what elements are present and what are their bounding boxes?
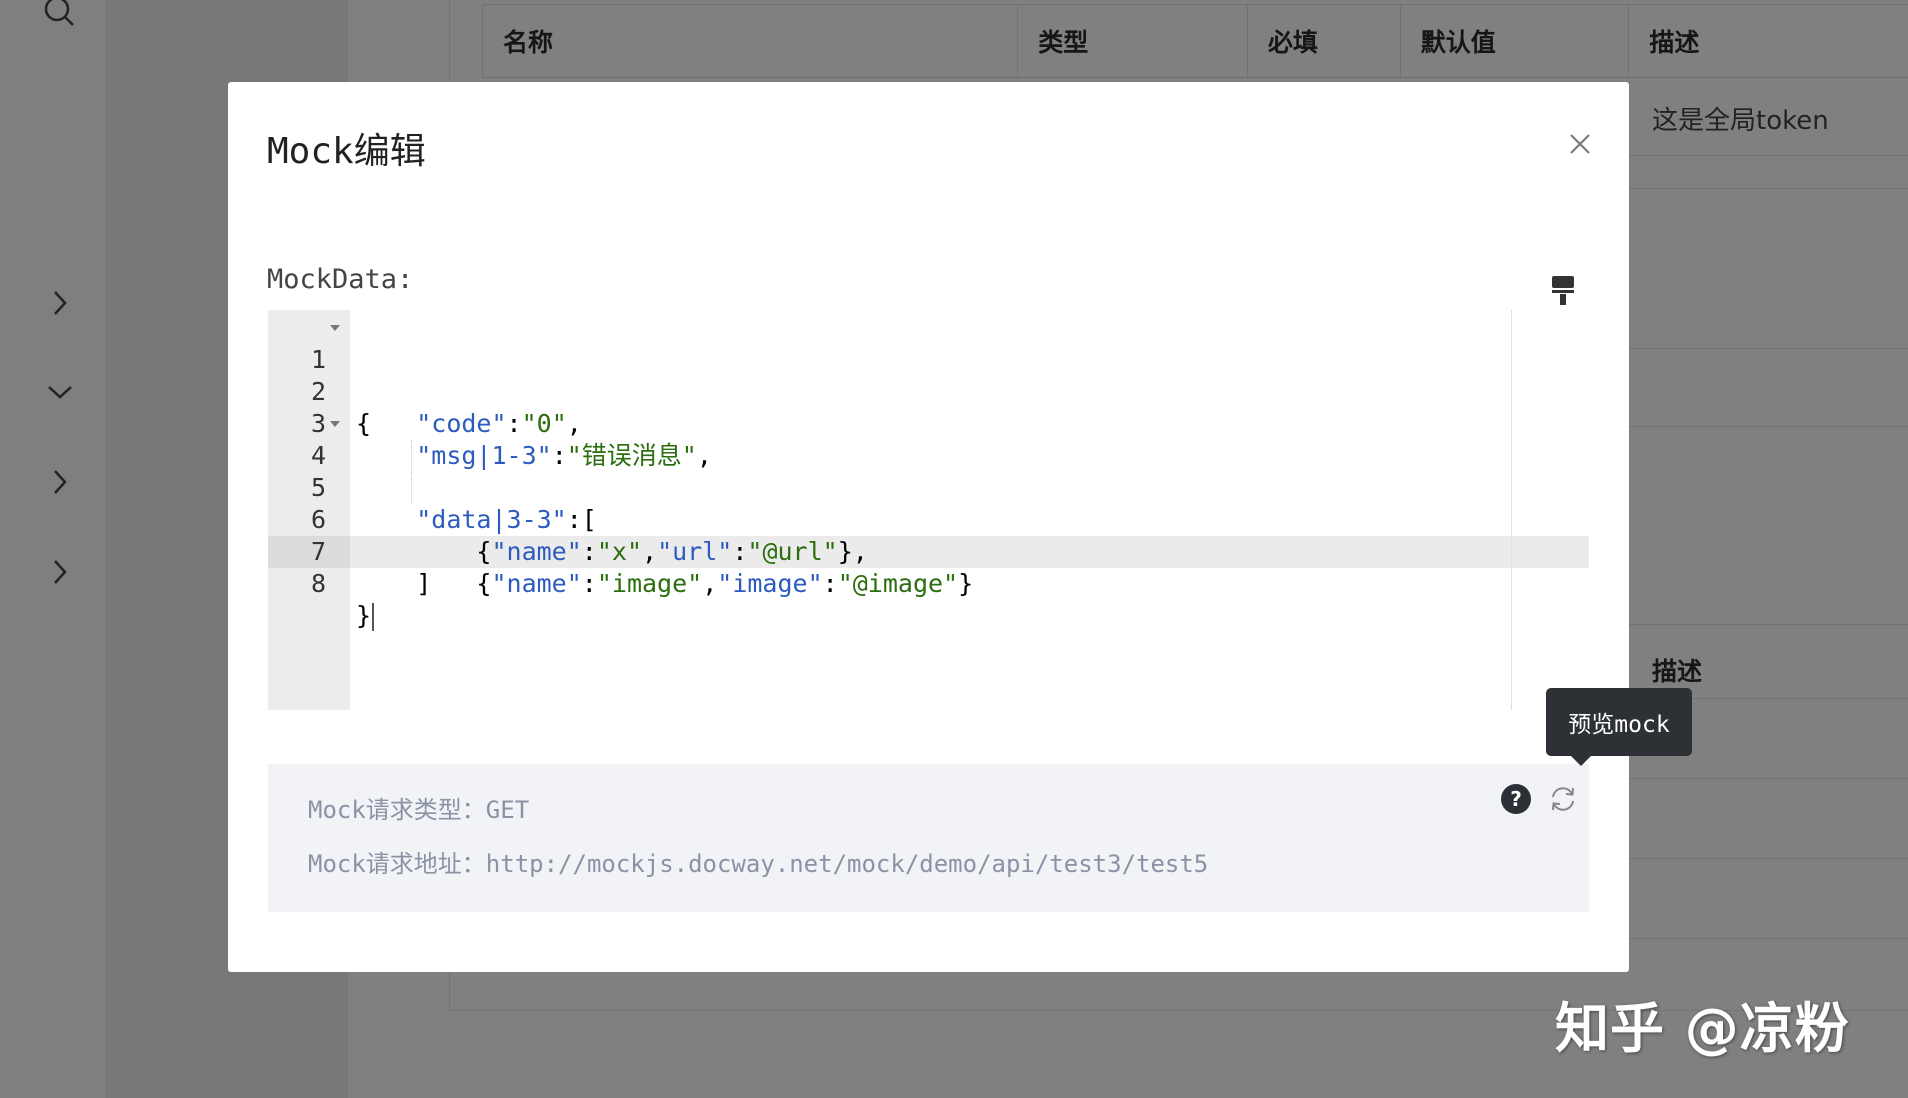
help-icon[interactable]: ? [1501,784,1531,814]
text-cursor [372,603,375,631]
sidebar [0,0,106,1098]
request-type-line: Mock请求类型：GET [308,790,529,825]
code-line: 8 } [268,536,1589,631]
code-line: 7 ] [268,504,1589,598]
code-line: 1 { [268,312,1589,438]
code-line: 5 {"name":"x","url":"@url"}, [268,440,1589,566]
format-brush-icon[interactable] [1548,272,1580,308]
col-header-type: 类型 [1018,5,1248,77]
request-url-value[interactable]: http://mockjs.docway.net/mock/demo/api/t… [486,850,1208,878]
col-header-desc: 描述 [1649,28,1700,57]
code-text: ] [356,569,432,598]
code-editor[interactable]: 1 { 2 "code":"0", 3 "msg|1-3":"错误消息", 4 … [268,310,1589,710]
code-line: 2 "code":"0", [268,344,1589,438]
indent-guide [411,440,412,472]
watermark: 知乎 @凉粉 [1555,997,1850,1060]
code-line: 6 {"name":"image","image":"@image"} [268,472,1589,598]
code-line: 4 "data|3-3":[ [268,408,1589,534]
line-number: 8 [310,569,326,598]
mockdata-label: MockData: [267,264,414,295]
request-url-line: Mock请求地址：http://mockjs.docway.net/mock/d… [308,844,1208,879]
request-type-label: Mock请求类型： [308,796,486,824]
fold-arrow-icon[interactable] [330,325,340,331]
mock-edit-modal: Mock编辑 MockData: 1 { 2 "code":"0", 3 "ms… [228,82,1629,972]
fold-arrow-icon[interactable] [330,421,340,427]
code-line: 3 "msg|1-3":"错误消息", [268,376,1589,470]
request-type-value: GET [485,796,530,824]
refresh-icon[interactable] [1547,783,1579,815]
code-text: {"name":"image","image":"@image"} [356,569,974,598]
indent-guide [411,472,412,504]
chevron-right-icon[interactable] [40,462,80,502]
col-header-name: 名称 [483,5,1019,77]
chevron-right-icon[interactable] [40,283,80,323]
mock-info-panel: Mock请求类型：GET Mock请求地址：http://mockjs.docw… [268,764,1589,912]
chevron-down-icon[interactable] [40,372,80,412]
chevron-right-icon[interactable] [40,552,80,592]
table-header: 名称 类型 必填 默认值 描述 [482,4,1908,78]
search-icon[interactable] [40,0,80,32]
table2-header-desc: 描述 [1652,657,1703,686]
code-text: } [356,600,375,632]
col-header-required: 必填 [1248,5,1401,77]
modal-title: Mock编辑 [267,131,426,172]
col-header-default: 默认值 [1401,5,1630,77]
preview-mock-tooltip: 预览mock [1546,688,1692,766]
row-desc: 这是全局token [1652,106,1829,136]
close-icon[interactable] [1558,122,1602,166]
request-url-label: Mock请求地址： [308,850,486,878]
